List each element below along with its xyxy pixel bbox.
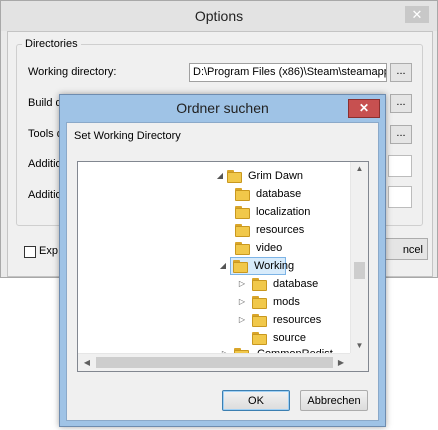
dialog-title: Ordner suchen [176, 100, 269, 116]
directories-group-label: Directories [22, 38, 81, 50]
build-directory-browse-button[interactable]: ... [390, 94, 412, 113]
folder-icon [235, 206, 251, 219]
tree-item-label: localization [256, 206, 311, 218]
dialog-client-area: Set Working Directory ◢ Grim Dawn databa… [66, 122, 379, 421]
tree-item-label: resources [256, 224, 305, 236]
tools-directory-browse-button[interactable]: ... [390, 125, 412, 144]
scroll-left-icon[interactable]: ◀ [80, 354, 94, 371]
expanded-arrow-icon[interactable]: ◢ [219, 257, 227, 275]
scroll-down-icon[interactable]: ▼ [351, 339, 368, 353]
tree-item-label: database [273, 278, 319, 290]
folder-icon [252, 332, 268, 345]
browse-folder-dialog: Ordner suchen ✕ Set Working Directory ◢ … [59, 94, 386, 427]
folder-icon [252, 314, 268, 327]
working-directory-label: Working directory: [28, 66, 117, 78]
collapsed-arrow-icon[interactable]: ▷ [238, 293, 246, 311]
folder-icon [252, 296, 268, 309]
tree-item-label: database [256, 188, 302, 200]
scroll-up-icon[interactable]: ▲ [351, 162, 368, 176]
scroll-right-icon[interactable]: ▶ [334, 354, 348, 371]
options-title: Options [1, 1, 437, 31]
additional-directory-label-1: Additio [28, 158, 62, 170]
collapsed-arrow-icon[interactable]: ▷ [238, 275, 246, 293]
tree-item-label: video [256, 242, 283, 254]
horizontal-scroll-thumb[interactable] [96, 357, 333, 368]
horizontal-scrollbar[interactable]: ◀ ▶ [78, 353, 350, 371]
working-directory-input[interactable]: D:\Program Files (x86)\Steam\steamapps\c… [189, 63, 387, 82]
folder-icon [235, 188, 251, 201]
expanded-arrow-icon[interactable]: ◢ [216, 167, 224, 185]
additional-directory-label-2: Additio [28, 189, 62, 201]
export-checkbox-label: Exp [39, 245, 58, 257]
folder-icon [252, 278, 268, 291]
export-checkbox[interactable] [24, 246, 36, 258]
collapsed-arrow-icon[interactable]: ▷ [238, 311, 246, 329]
vertical-scroll-thumb[interactable] [354, 262, 365, 279]
dialog-prompt: Set Working Directory [74, 130, 181, 142]
working-directory-browse-button[interactable]: ... [390, 63, 412, 82]
folder-icon [235, 224, 251, 237]
additional-directory-field-2[interactable] [388, 186, 412, 208]
tools-directory-label: Tools d [28, 128, 63, 140]
tree-item-label: resources [273, 314, 322, 326]
tree-item-label: Grim Dawn [248, 170, 304, 182]
scrollbar-corner [350, 353, 368, 371]
tree-item-label: Working [254, 260, 295, 272]
tree-item-label: mods [273, 296, 300, 308]
ok-button[interactable]: OK [222, 390, 290, 411]
options-close-button[interactable]: ✕ [405, 6, 429, 23]
folder-icon [235, 242, 251, 255]
dialog-close-button[interactable]: ✕ [348, 99, 380, 118]
folder-icon [233, 260, 249, 273]
folder-tree[interactable]: ◢ Grim Dawn database localization resour… [77, 161, 369, 372]
additional-directory-field-1[interactable] [388, 155, 412, 177]
vertical-scrollbar[interactable]: ▲ ▼ [350, 162, 368, 353]
folder-icon [227, 170, 243, 183]
abbrechen-button[interactable]: Abbrechen [300, 390, 368, 411]
build-directory-label: Build d [28, 97, 62, 109]
